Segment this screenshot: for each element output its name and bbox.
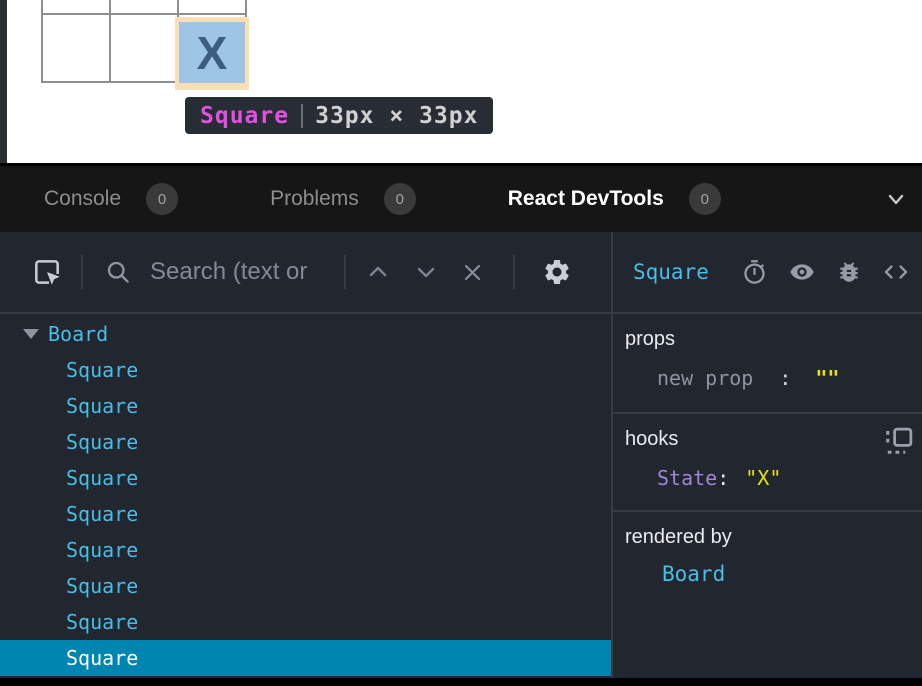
toolbar-divider [81,255,83,289]
search-icon [104,258,132,286]
chevron-down-icon [417,265,435,279]
chevron-down-icon [884,187,908,211]
hook-value-input[interactable]: "X" [745,466,781,490]
panel-divider [611,232,613,678]
tree-item-label: Square [66,610,138,634]
prop-row: new prop: "" [625,366,910,390]
tree-row-square[interactable]: Square [0,460,611,496]
parse-hook-names-button[interactable] [884,426,914,456]
tree-row-square[interactable]: Square [0,424,611,460]
tree-row-square[interactable]: Square [0,532,611,568]
search-input[interactable] [148,257,344,287]
timer-icon [741,259,768,286]
debug-button[interactable] [836,259,862,285]
tree-item-label: Square [66,358,138,382]
tree-item-label: Square [66,394,138,418]
tab-label: Problems [270,187,359,211]
tree-row-square[interactable]: Square [0,388,611,424]
search-prev-button[interactable] [369,265,387,279]
tree-row-square[interactable]: Square [0,604,611,640]
inspect-dom-button[interactable] [788,258,816,286]
tree-item-label: Square [66,646,138,670]
settings-button[interactable] [542,257,572,287]
prop-separator: : [779,366,791,390]
tab-label: React DevTools [508,187,664,211]
board-cell-value: X [197,26,228,80]
board-cell[interactable] [111,15,177,81]
eye-icon [788,258,816,286]
board-cell[interactable] [43,0,109,13]
bug-icon [836,259,862,285]
inspect-element-button[interactable] [31,256,63,288]
rendered-by-section: rendered by Board [613,510,922,678]
toolbar-divider [344,255,346,289]
tab-console[interactable]: Console 0 [44,183,178,215]
gear-icon [542,257,572,287]
tree-item-label: Square [66,502,138,526]
tree-item-label: Board [48,322,108,346]
props-section: props new prop: "" [613,314,922,412]
bottom-bar [0,678,922,686]
inspector-pane: props new prop: "" hooks State: "X" render… [613,314,922,678]
toolbar-divider [513,255,515,289]
props-heading: props [625,328,910,351]
hook-separator: : [717,466,729,490]
devtools-tab-bar: Console 0 Problems 0 React DevTools 0 [0,166,922,232]
board-cell[interactable] [179,0,245,13]
inspect-tooltip: Square 33px × 33px [185,97,493,134]
tooltip-component-name: Square [200,103,289,129]
component-tree: Board Square Square Square Square Square… [0,314,611,678]
tree-item-label: Square [66,574,138,598]
board-cell[interactable] [111,0,177,13]
tree-item-label: Square [66,538,138,562]
rendered-by-link[interactable]: Board [625,562,910,586]
search-next-button[interactable] [417,265,435,279]
tab-badge: 0 [384,183,416,215]
tab-badge: 0 [146,183,178,215]
tooltip-dimensions: 33px × 33px [315,103,478,129]
tree-item-label: Square [66,466,138,490]
browser-page-preview: X Square 33px × 33px [0,0,922,163]
components-toolbar [0,232,611,312]
close-icon [463,263,482,282]
tree-row-square[interactable]: Square [0,496,611,532]
selected-component-name: Square [633,260,709,284]
suspend-button[interactable] [741,259,768,286]
tab-label: Console [44,187,121,211]
tab-problems[interactable]: Problems 0 [270,183,416,215]
parse-hook-names-icon [884,426,914,456]
chevron-up-icon [369,265,387,279]
tab-react-devtools[interactable]: React DevTools 0 [508,183,721,215]
view-source-button[interactable] [882,258,910,286]
tree-item-label: Square [66,430,138,454]
code-brackets-icon [882,258,910,286]
inspect-overlay-content[interactable]: X [179,22,245,83]
inspect-element-icon [31,256,63,288]
prop-key-input[interactable]: new prop [657,366,753,390]
hook-key: State [657,466,717,490]
rendered-by-heading: rendered by [625,526,910,549]
prop-value-input[interactable]: "" [815,366,839,390]
react-devtools-panel: Square [0,232,922,678]
tree-row-square-selected[interactable]: Square [0,640,611,676]
search-clear-button[interactable] [463,263,482,282]
tree-row-board[interactable]: Board [0,316,611,352]
inspector-header: Square [613,232,922,312]
caret-down-icon[interactable] [23,329,39,339]
hooks-heading: hooks [625,428,910,451]
tooltip-divider [301,104,303,128]
hooks-section: hooks State: "X" [613,412,922,510]
board-cell[interactable] [43,15,109,81]
tree-row-square[interactable]: Square [0,352,611,388]
tab-badge: 0 [689,183,721,215]
hook-row: State: "X" [625,466,910,490]
tree-row-square[interactable]: Square [0,568,611,604]
window-edge [0,0,7,163]
inspect-overlay-padding: X [175,17,249,90]
collapse-panel-button[interactable] [884,187,908,211]
